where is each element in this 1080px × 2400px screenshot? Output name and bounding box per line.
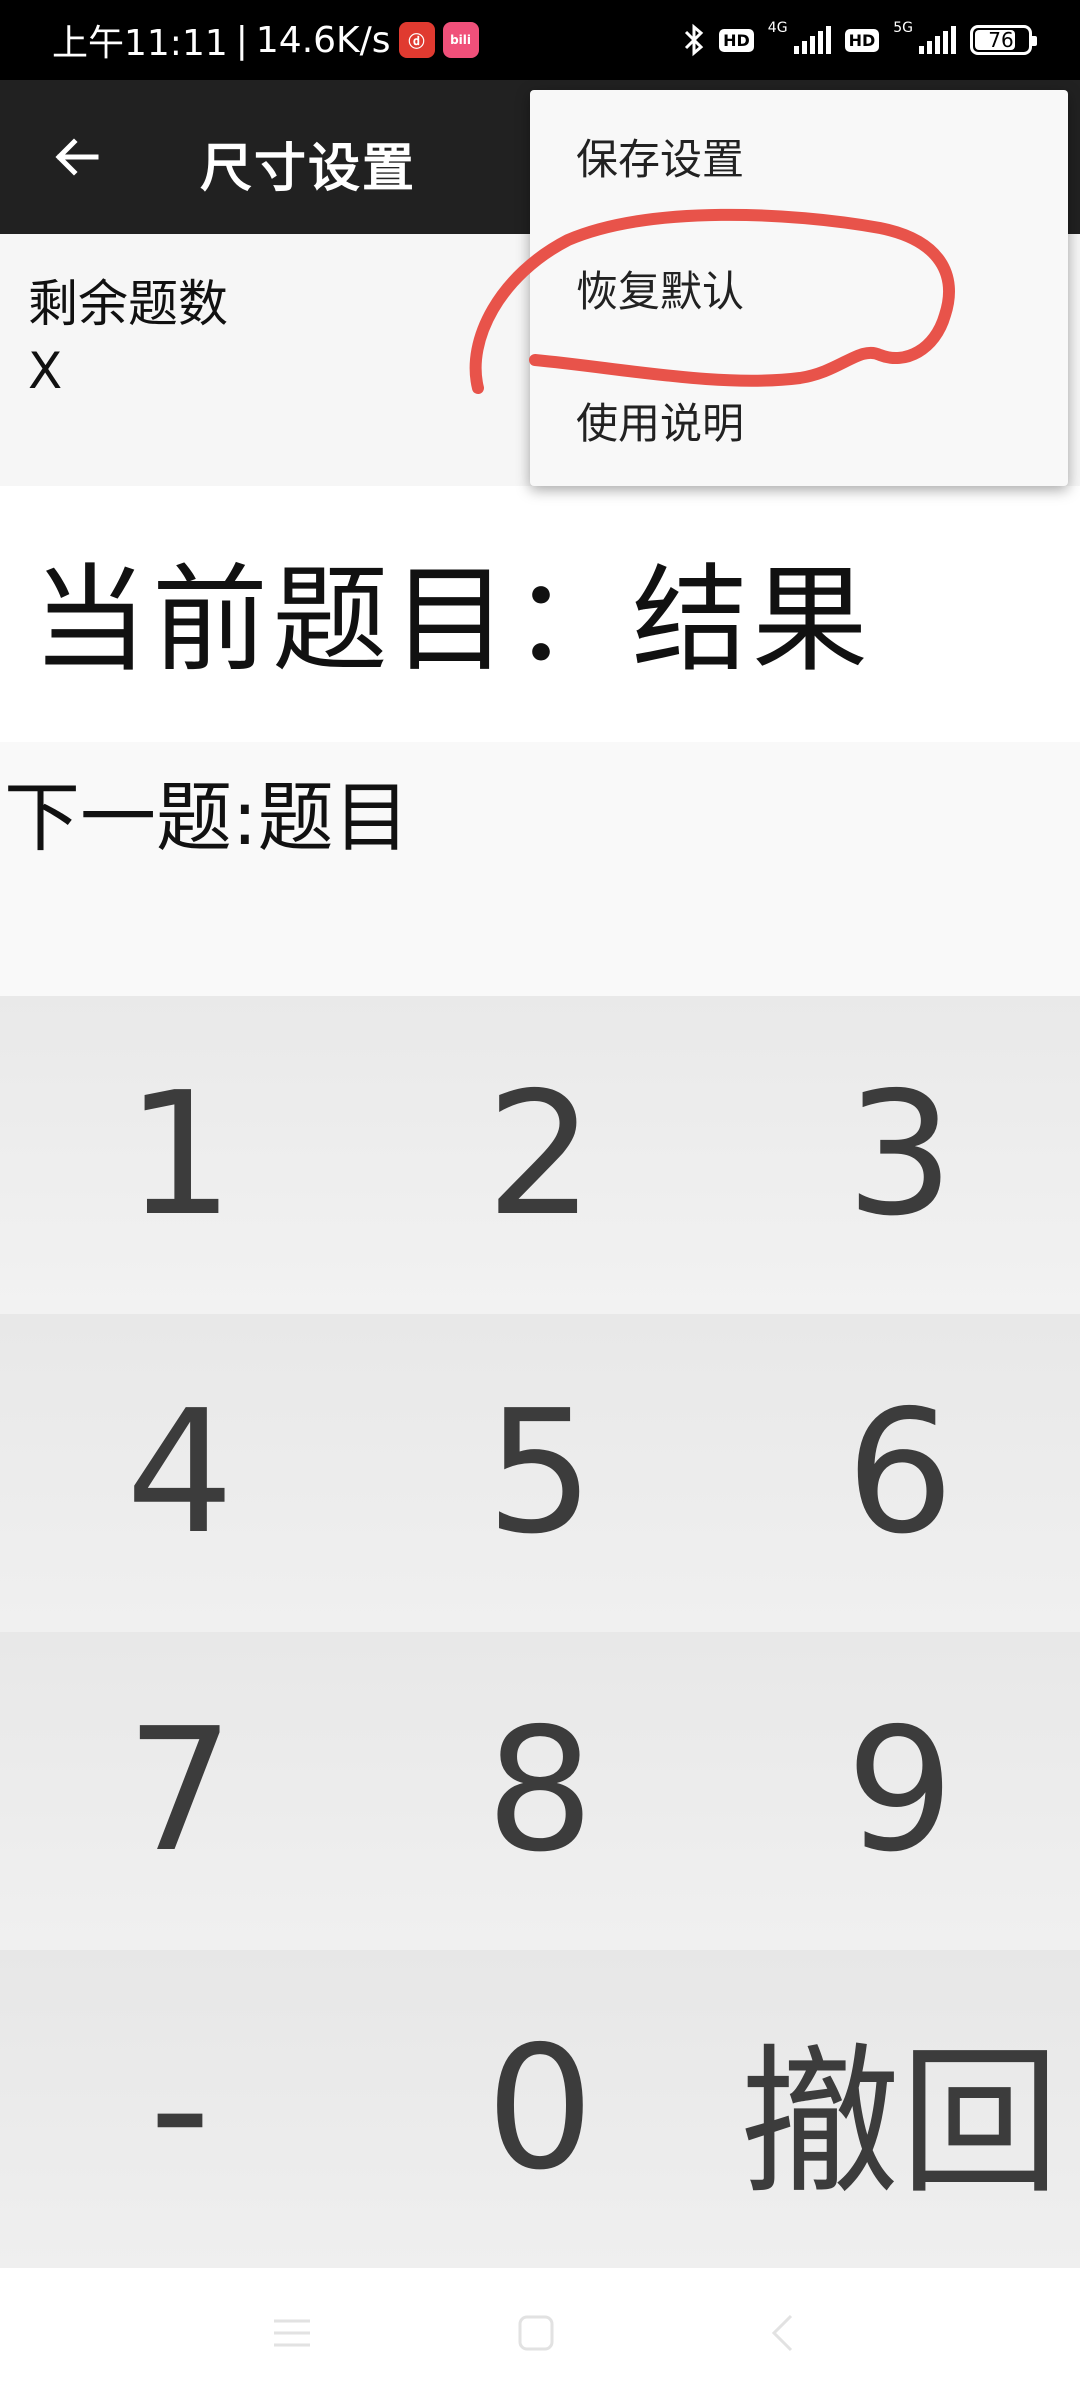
- key-6[interactable]: 6: [720, 1314, 1080, 1632]
- menu-icon: [274, 2319, 310, 2347]
- bilibili-icon: bili: [442, 22, 479, 58]
- key-0[interactable]: 0: [360, 1950, 720, 2268]
- signal-strength-icon-2: [919, 26, 956, 54]
- undo-button[interactable]: 撤回: [720, 1950, 1080, 2268]
- current-question-section: 当前题目：结果: [0, 486, 1080, 742]
- network-speed: 14.6K/s: [255, 19, 391, 61]
- home-icon: [518, 2315, 554, 2351]
- nav-home-button[interactable]: [496, 2298, 576, 2368]
- keypad-row: 7 8 9: [0, 1632, 1080, 1950]
- back-button[interactable]: [40, 120, 114, 194]
- status-right: HD 4G HD 5G 76: [683, 20, 1037, 60]
- key-8[interactable]: 8: [360, 1632, 720, 1950]
- network-type-4g: 4G: [767, 20, 788, 36]
- keypad-row: - 0 撤回: [0, 1950, 1080, 2268]
- key-minus[interactable]: -: [0, 1950, 360, 2268]
- hd-badge-2: HD: [844, 28, 880, 52]
- network-type-5g: 5G: [893, 20, 913, 36]
- remaining-value: X: [28, 342, 63, 400]
- menu-item-save-settings[interactable]: 保存设置: [530, 90, 1068, 222]
- menu-item-instructions[interactable]: 使用说明: [530, 354, 1068, 486]
- key-3[interactable]: 3: [720, 996, 1080, 1314]
- key-4[interactable]: 4: [0, 1314, 360, 1632]
- keypad-row: 1 2 3: [0, 996, 1080, 1314]
- status-bar: 上午11:11 | 14.6K/s ⓓ bili HD 4G HD 5G 76: [0, 0, 1080, 80]
- key-9[interactable]: 9: [720, 1632, 1080, 1950]
- nav-back-button[interactable]: [742, 2298, 822, 2368]
- bluetooth-icon: [685, 23, 704, 57]
- remaining-label: 剩余题数: [28, 275, 228, 333]
- key-2[interactable]: 2: [360, 996, 720, 1314]
- next-question-section: 下一题:题目: [0, 742, 1080, 996]
- netease-music-icon: ⓓ: [398, 22, 435, 58]
- key-5[interactable]: 5: [360, 1314, 720, 1632]
- status-left: 上午11:11 | 14.6K/s ⓓ bili: [52, 18, 479, 64]
- hd-badge-1: HD: [719, 28, 754, 52]
- app-screen: 上午11:11 | 14.6K/s ⓓ bili HD 4G HD 5G 76: [0, 0, 1080, 2400]
- page-title: 尺寸设置: [200, 139, 417, 199]
- menu-item-restore-default[interactable]: 恢复默认: [530, 222, 1068, 354]
- keypad-row: 4 5 6: [0, 1314, 1080, 1632]
- current-question: 当前题目：结果: [32, 553, 872, 688]
- navigation-bar: [0, 2268, 1080, 2400]
- back-icon: [771, 2314, 793, 2352]
- keypad: 1 2 3 4 5 6 7 8 9 - 0 撤回: [0, 996, 1080, 2268]
- next-question: 下一题:题目: [4, 773, 410, 862]
- arrow-left-icon: [55, 138, 99, 176]
- nav-menu-button[interactable]: [252, 2298, 332, 2368]
- status-time: 上午11:11: [52, 23, 228, 64]
- battery-icon: 76: [970, 25, 1037, 55]
- battery-level: 76: [988, 28, 1014, 52]
- status-separator: |: [235, 19, 248, 61]
- key-7[interactable]: 7: [0, 1632, 360, 1950]
- overflow-menu: 保存设置 恢复默认 使用说明: [530, 90, 1068, 486]
- key-1[interactable]: 1: [0, 996, 360, 1314]
- signal-strength-icon-1: [793, 26, 831, 54]
